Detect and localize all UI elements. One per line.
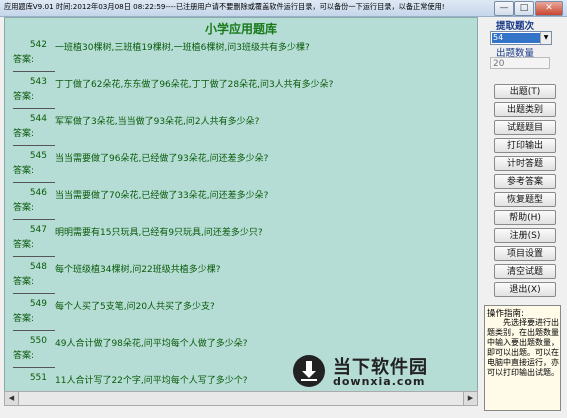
title-bar: 应用题库V9.01 时间:2012年03月08日 08:22:59----已注册… <box>0 0 567 17</box>
question-text: 丁丁做了62朵花,东东做了96朵花,丁丁做了28朵花,问3人共有多少朵? <box>55 80 334 90</box>
question-text: 每个班级植34棵树,问22班级共植多少棵? <box>55 265 221 275</box>
question-number: 547 <box>29 225 47 235</box>
maximize-button[interactable]: □ <box>514 1 534 16</box>
question-number: 550 <box>29 336 47 346</box>
scroll-right-icon[interactable]: ▶ <box>463 392 477 405</box>
answer-line <box>13 108 55 109</box>
question-item: 543 丁丁做了62朵花,东东做了96朵花,丁丁做了28朵花,问3人共有多少朵?… <box>5 77 477 114</box>
question-item: 549 每个人买了5支笔,问20人共买了多少支? 答案: <box>5 299 477 336</box>
question-number: 551 <box>29 373 47 383</box>
answer-line <box>13 367 55 368</box>
question-item: 546 当当需要做了70朵花,已经做了33朵花,问还差多少朵? 答案: <box>5 188 477 225</box>
category-button[interactable]: 出题类别 <box>494 102 556 117</box>
question-number: 543 <box>29 77 47 87</box>
settings-button[interactable]: 项目设置 <box>494 246 556 261</box>
question-text: 11人合计写了22个字,问平均每个人写了多少个? <box>55 376 248 386</box>
question-number: 542 <box>29 40 47 50</box>
question-text: 明明需要有15只玩具,已经有9只玩具,问还差多少只? <box>55 228 263 238</box>
answer-line <box>13 145 55 146</box>
question-text: 军军做了3朵花,当当做了93朵花,问2人共有多少朵? <box>55 117 260 127</box>
answer-label: 答案: <box>13 55 35 65</box>
question-text: 49人合计做了98朵花,问平均每个人做了多少朵? <box>55 339 248 349</box>
question-number: 545 <box>29 151 47 161</box>
page-title: 小学应用题库 <box>204 22 277 36</box>
question-text: 一班植30棵树,三班植19棵树,一班植6棵树,问3班级共有多少棵? <box>55 43 310 53</box>
question-item: 544 军军做了3朵花,当当做了93朵花,问2人共有多少朵? 答案: <box>5 114 477 151</box>
pick-label: 提取题次 <box>496 21 535 32</box>
minimize-button[interactable]: — <box>494 1 514 16</box>
pick-select[interactable]: 54 ▼ <box>490 31 552 45</box>
answer-label: 答案: <box>13 314 35 324</box>
question-number: 549 <box>29 299 47 309</box>
question-number: 544 <box>29 114 47 124</box>
questions-button[interactable]: 试题题目 <box>494 120 556 135</box>
exit-button[interactable]: 退出(X) <box>494 282 556 297</box>
help-button[interactable]: 帮助(H) <box>494 210 556 225</box>
answer-label: 答案: <box>13 277 35 287</box>
question-number: 546 <box>29 188 47 198</box>
pick-value: 54 <box>492 33 540 43</box>
answer-label: 答案: <box>13 92 35 102</box>
question-item: 542 一班植30棵树,三班植19棵树,一班植6棵树,问3班级共有多少棵? 答案… <box>5 40 477 77</box>
print-button[interactable]: 打印输出 <box>494 138 556 153</box>
question-text: 每个人买了5支笔,问20人共买了多少支? <box>55 302 215 312</box>
register-button[interactable]: 注册(S) <box>494 228 556 243</box>
question-item: 547 明明需要有15只玩具,已经有9只玩具,问还差多少只? 答案: <box>5 225 477 262</box>
guide-body: 先选择要进行出题类别，在出题数量中输入要出题数量，即可以出题。可以在电脑中直接运… <box>487 318 559 377</box>
chevron-down-icon[interactable]: ▼ <box>540 32 551 44</box>
clear-button[interactable]: 清空试题 <box>494 264 556 279</box>
answer-line <box>13 256 55 257</box>
question-item: 545 当当需要做了96朵花,已经做了93朵花,问还差多少朵? 答案: <box>5 151 477 188</box>
answer-label: 答案: <box>13 351 35 361</box>
question-text: 当当需要做了70朵花,已经做了33朵花,问还差多少朵? <box>55 191 269 201</box>
answer-line <box>13 182 55 183</box>
answer-label: 答案: <box>13 166 35 176</box>
answer-label: 答案: <box>13 129 35 139</box>
watermark-logo: 当下软件园 downxia.com <box>293 353 463 392</box>
download-icon <box>293 355 325 387</box>
watermark-domain: downxia.com <box>333 375 426 388</box>
count-field[interactable]: 20 <box>490 57 550 69</box>
question-text: 当当需要做了96朵花,已经做了93朵花,问还差多少朵? <box>55 154 269 164</box>
close-button[interactable]: ✕ <box>535 1 563 16</box>
horizontal-scrollbar[interactable]: ◀ ▶ <box>4 391 478 406</box>
control-sidebar: 提取题次 54 ▼ 出题数量 20 出题(T) 出题类别 试题题目 打印输出 计… <box>482 17 564 415</box>
answer-line <box>13 219 55 220</box>
question-item: 548 每个班级植34棵树,问22班级共植多少棵? 答案: <box>5 262 477 299</box>
question-panel[interactable]: 小学应用题库 542 一班植30棵树,三班植19棵树,一班植6棵树,问3班级共有… <box>4 17 478 393</box>
generate-button[interactable]: 出题(T) <box>494 84 556 99</box>
restore-type-button[interactable]: 恢复题型 <box>494 192 556 207</box>
answer-label: 答案: <box>13 240 35 250</box>
answer-line <box>13 71 55 72</box>
timed-answer-button[interactable]: 计时答题 <box>494 156 556 171</box>
question-number: 548 <box>29 262 47 272</box>
answer-line <box>13 330 55 331</box>
window-title: 应用题库V9.01 时间:2012年03月08日 08:22:59----已注册… <box>4 2 445 11</box>
guide-box: 操作指南: 先选择要进行出题类别，在出题数量中输入要出题数量，即可以出题。可以在… <box>484 305 561 411</box>
scroll-left-icon[interactable]: ◀ <box>5 392 19 405</box>
answer-label: 答案: <box>13 203 35 213</box>
reference-answer-button[interactable]: 参考答案 <box>494 174 556 189</box>
answer-line <box>13 293 55 294</box>
